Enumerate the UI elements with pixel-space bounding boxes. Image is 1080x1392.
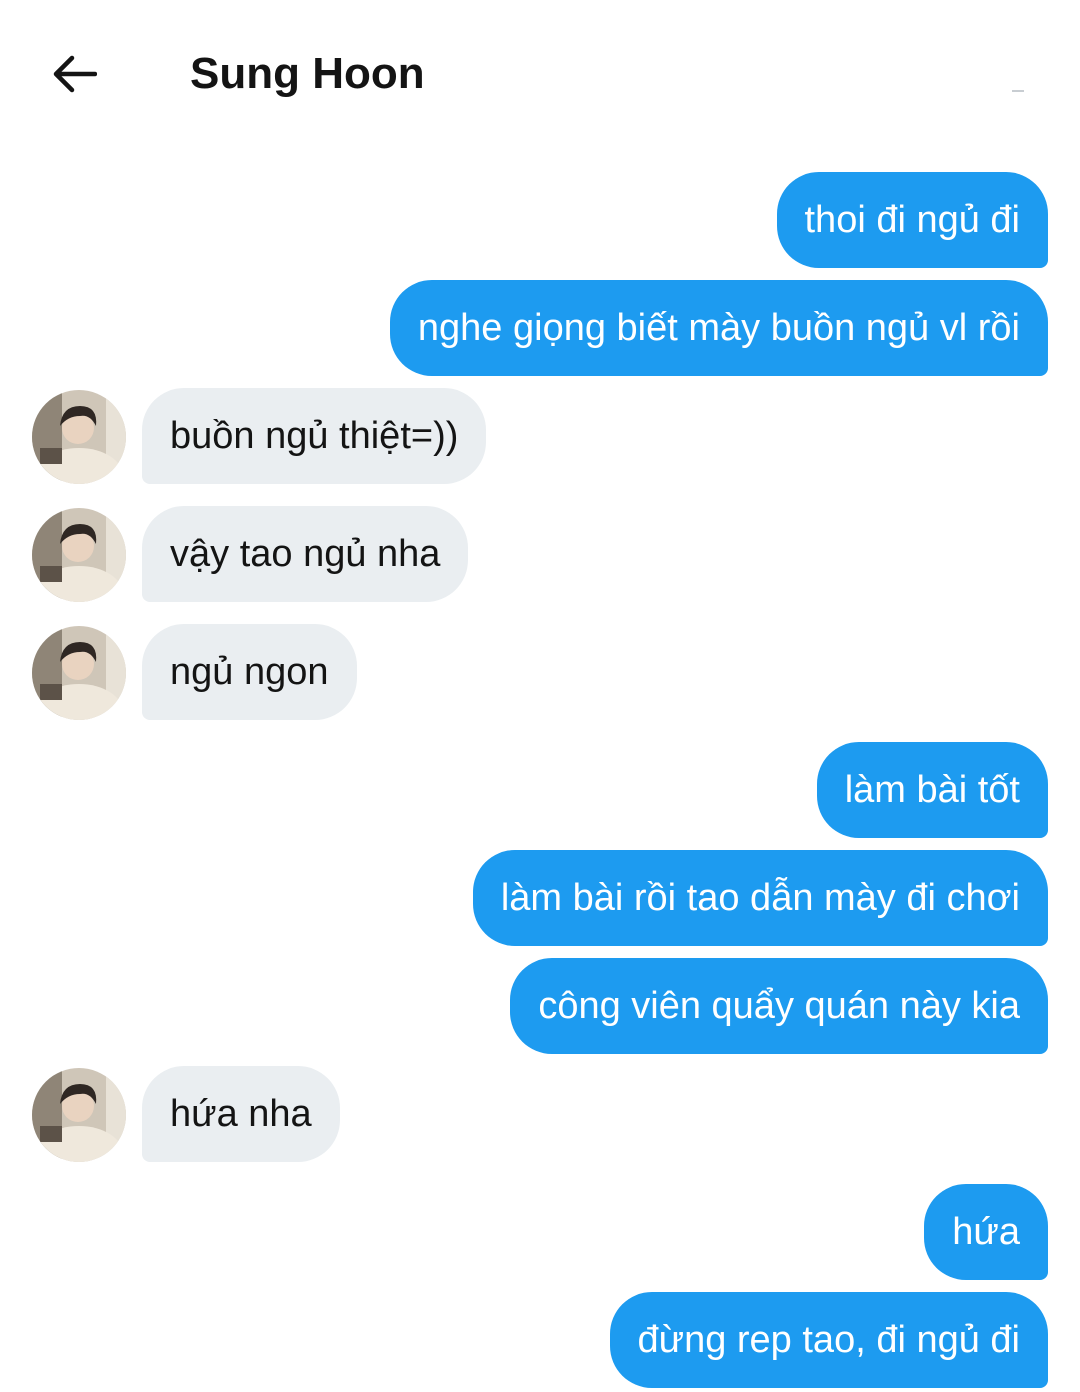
message-text: thoi đi ngủ đi [804,199,1021,241]
sent-message-bubble[interactable]: làm bài rồi tao dẫn mày đi chơi [472,850,1048,946]
header-divider-mark [1012,90,1024,92]
sent-message-bubble[interactable]: hứa [924,1184,1048,1280]
sent-message-bubble[interactable]: thoi đi ngủ đi [776,172,1048,268]
arrow-left-icon [53,55,97,93]
conversation-header: Sung Hoon [0,0,1080,148]
received-message-bubble[interactable]: hứa nha [142,1066,340,1162]
message-text: hứa [952,1211,1020,1253]
message-text: nghe giọng biết mày buồn ngủ vl rồi [417,307,1020,349]
contact-name[interactable]: Sung Hoon [190,44,425,104]
received-message-bubble[interactable]: buồn ngủ thiệt=)) [142,388,487,484]
message-text: buồn ngủ thiệt=)) [170,415,459,457]
profile-photo-image [32,508,126,602]
sent-message-bubble[interactable]: làm bài tốt [816,742,1048,838]
message-text: làm bài rồi tao dẫn mày đi chơi [500,877,1020,919]
message-text: công viên quẩy quán này kia [538,985,1020,1027]
message-text: ngủ ngon [170,651,329,693]
message-text: làm bài tốt [844,769,1020,811]
message-text: đừng rep tao, đi ngủ đi [637,1319,1021,1361]
profile-photo-image [32,626,126,720]
sent-message-bubble[interactable]: công viên quẩy quán này kia [510,958,1048,1054]
contact-avatar[interactable] [32,390,126,484]
contact-avatar[interactable] [32,1068,126,1162]
profile-photo-image [32,1068,126,1162]
received-message-bubble[interactable]: vậy tao ngủ nha [142,506,469,602]
sent-message-bubble[interactable]: đừng rep tao, đi ngủ đi [609,1292,1048,1388]
contact-avatar[interactable] [32,508,126,602]
received-message-bubble[interactable]: ngủ ngon [142,624,357,720]
message-text: hứa nha [170,1093,312,1135]
back-button[interactable] [44,44,104,104]
profile-photo-image [32,390,126,484]
contact-avatar[interactable] [32,626,126,720]
sent-message-bubble[interactable]: nghe giọng biết mày buồn ngủ vl rồi [389,280,1048,376]
message-text: vậy tao ngủ nha [170,533,441,575]
